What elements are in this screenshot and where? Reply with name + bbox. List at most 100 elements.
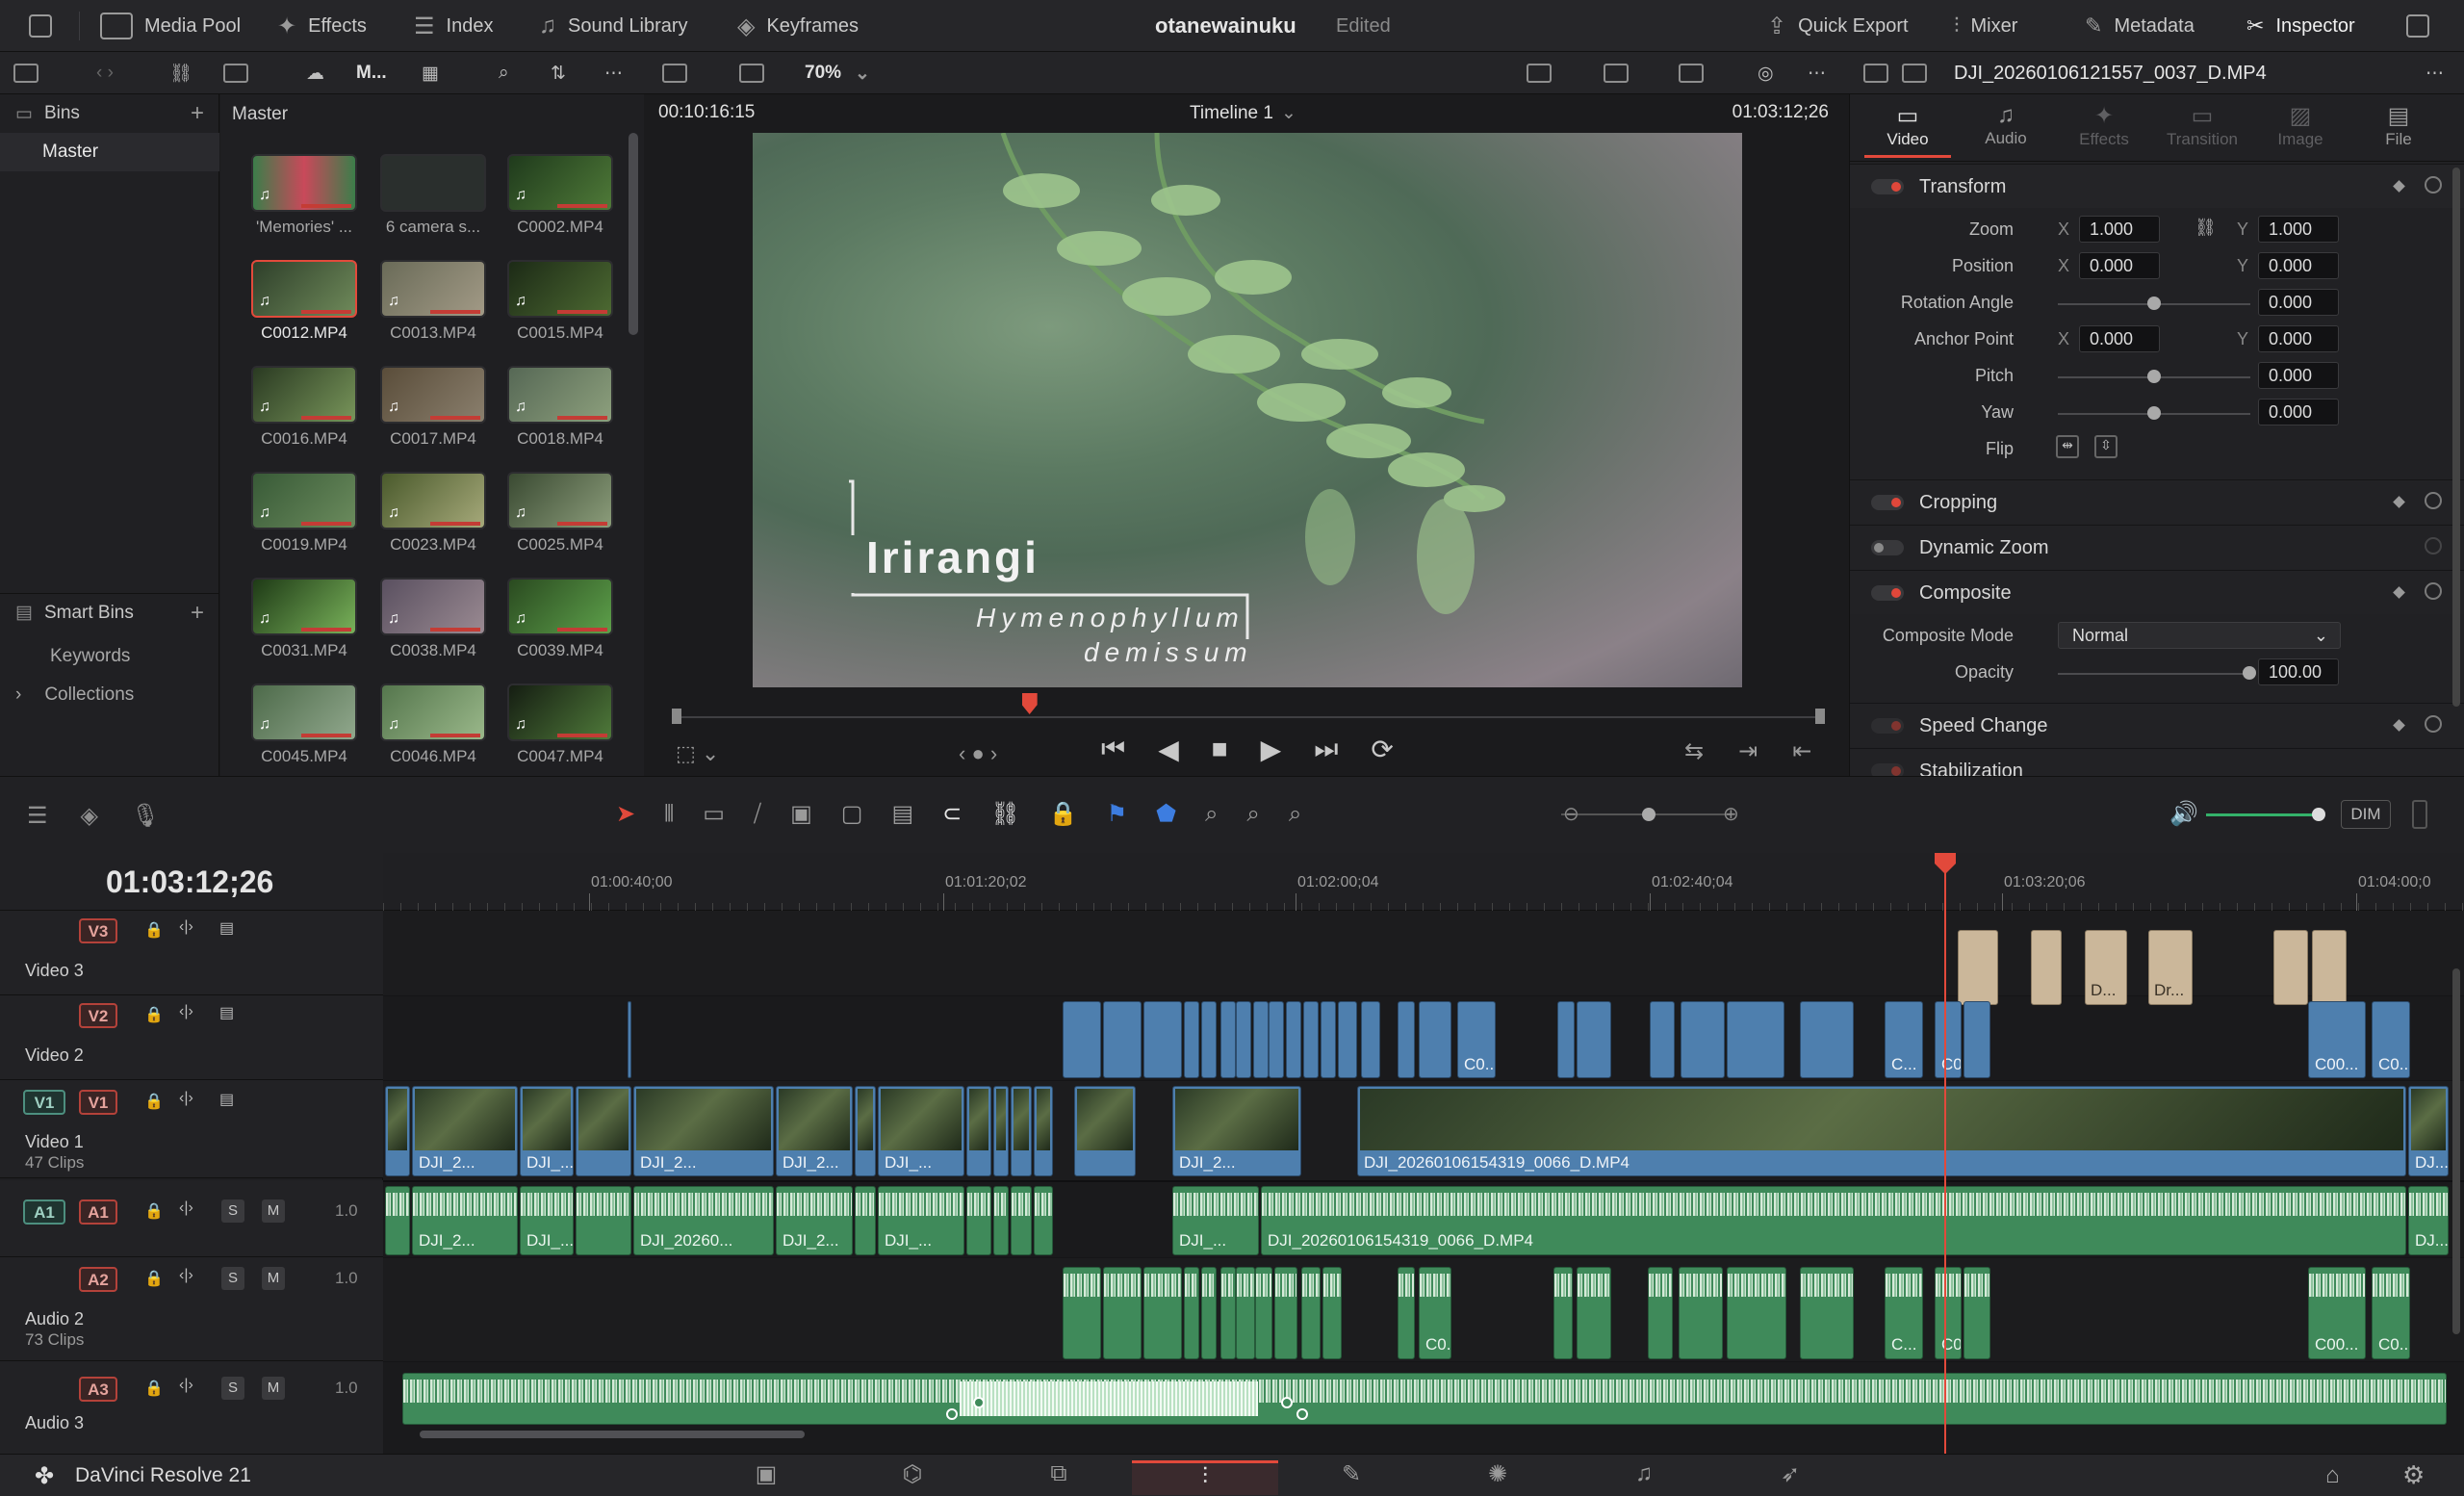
rotation-slider-knob[interactable] (2147, 297, 2161, 310)
mute-button[interactable]: M (262, 1377, 285, 1400)
prev-edit-icon[interactable]: ⇤ (1792, 737, 1811, 765)
index-button[interactable]: ☰ Index (414, 0, 493, 52)
speed-change-section[interactable]: Speed Change (1850, 703, 2464, 747)
video-clip[interactable] (1011, 1086, 1032, 1176)
video-clip[interactable]: DJI_2... (633, 1086, 774, 1176)
anchor-x-field[interactable]: 0.000 (2079, 325, 2160, 352)
track-enable-icon[interactable]: ▤ (219, 1003, 234, 1022)
audio-clip[interactable]: DJI_... (1172, 1186, 1259, 1255)
scrub-playhead[interactable] (1021, 693, 1038, 714)
tab-transition[interactable]: ▭ Transition (2152, 102, 2252, 149)
flip-vertical-icon[interactable]: ⇳ (2094, 435, 2118, 458)
cropping-section[interactable]: Cropping (1850, 479, 2464, 524)
video-clip[interactable] (385, 1086, 410, 1176)
timeline-ruler[interactable]: 01:00:40;00 01:01:20;02 01:02:00;04 01:02:4… (383, 853, 2464, 911)
audio-clip[interactable]: DJI_... (878, 1186, 964, 1255)
a1-track-tag[interactable]: A1 (79, 1199, 117, 1225)
go-to-start-icon[interactable]: ⏮ (1101, 734, 1125, 765)
dynamic-trim-icon[interactable]: ▭ (703, 800, 725, 828)
dim-button[interactable]: DIM (2341, 800, 2391, 829)
clip-thumbnail[interactable]: ♫ (380, 472, 486, 529)
fusion-page-icon[interactable]: ✎ (1278, 1460, 1424, 1495)
clip-thumbnail[interactable]: ♫ (251, 684, 357, 741)
position-y-field[interactable]: 0.000 (2258, 252, 2339, 279)
zoom-x-field[interactable]: 1.000 (2079, 216, 2160, 243)
v1-track-tag[interactable]: V1 (79, 1090, 117, 1115)
volume-keyframe[interactable] (946, 1408, 958, 1420)
audio-clip[interactable] (1103, 1267, 1142, 1359)
audio-clip[interactable] (1553, 1267, 1573, 1359)
more-options-icon[interactable]: ⋯ (604, 52, 623, 94)
tab-file[interactable]: ▤ File (2348, 102, 2449, 149)
keyframe-icon[interactable] (2393, 719, 2405, 732)
auto-select-icon[interactable]: ‹|› (179, 1003, 193, 1020)
video-clip[interactable] (1727, 1001, 1784, 1078)
volume-icon[interactable]: 🔊 (2169, 800, 2198, 828)
fairlight-page-icon[interactable]: ♫ (1571, 1460, 1717, 1495)
clip-thumbnail[interactable]: ♫ (251, 260, 357, 318)
volume-keyframe[interactable] (1281, 1397, 1293, 1408)
lock-icon[interactable]: 🔒 (144, 920, 164, 940)
panel-toggle-icon[interactable] (13, 52, 38, 94)
video-clip[interactable] (1201, 1001, 1217, 1078)
composite-toggle[interactable] (1871, 585, 1904, 601)
settings-gear-icon[interactable]: ⚙ (2402, 1460, 2425, 1490)
audio-clip[interactable]: C... (1885, 1267, 1923, 1359)
video-clip[interactable] (1074, 1086, 1136, 1176)
timeline-selector[interactable]: Timeline 1 ⌄ (1190, 102, 1296, 124)
tab-audio[interactable]: ♫ Audio (1956, 102, 2056, 148)
clip-thumbnail[interactable]: ♫ (380, 366, 486, 424)
video-clip[interactable] (1184, 1001, 1199, 1078)
zoom-in-icon[interactable]: ⊕ (1723, 802, 1739, 826)
audio-clip[interactable] (1301, 1267, 1321, 1359)
video-clip[interactable]: DJ... (2408, 1086, 2449, 1176)
timeline-h-scrollbar[interactable] (420, 1431, 805, 1438)
timeline-view-options-icon[interactable]: ☰ (27, 802, 48, 830)
inspector-options-icon[interactable]: ⋯ (2426, 52, 2444, 94)
timeline-area[interactable]: 01:00:40;00 01:01:20;02 01:02:00;04 01:02:4… (383, 853, 2464, 1454)
audio-clip[interactable] (576, 1186, 631, 1255)
audio-clip[interactable] (1011, 1186, 1032, 1255)
video-clip[interactable] (855, 1086, 876, 1176)
audio-clip[interactable] (1034, 1186, 1053, 1255)
lock-icon[interactable]: 🔒 (144, 1269, 164, 1288)
title-clip[interactable] (2312, 930, 2347, 1005)
clip-thumbnail[interactable]: ♫ (251, 472, 357, 529)
cloud-icon[interactable]: ☁ (306, 52, 324, 94)
quick-export-button[interactable]: ⇪ Quick Export (1767, 0, 1909, 52)
auto-select-icon[interactable]: ‹|› (179, 1199, 193, 1217)
color-icon[interactable]: ◎ (1758, 52, 1774, 94)
audio-clip[interactable] (1255, 1267, 1272, 1359)
audio-clip[interactable]: DJI_2... (776, 1186, 853, 1255)
audio-clip[interactable] (385, 1186, 410, 1255)
video-clip[interactable] (1143, 1001, 1182, 1078)
inspector-layout2-icon[interactable] (1902, 52, 1927, 94)
zoom-full-icon[interactable]: ⌕ (1205, 801, 1218, 828)
clip-thumbnail[interactable]: ♫ (507, 684, 613, 741)
audio-clip[interactable]: DJI_20260... (633, 1186, 774, 1255)
audio-clip[interactable] (1220, 1267, 1236, 1359)
flag-icon[interactable]: ⚑ (1107, 800, 1128, 828)
stabilization-section[interactable]: Stabilization (1850, 748, 2464, 776)
auto-select-icon[interactable]: ‹|› (179, 1267, 193, 1284)
timeline-page-icon[interactable]: ⫶ (1132, 1460, 1278, 1495)
video-frame[interactable]: Irirangi Hymenophyllum demissum (753, 133, 1742, 687)
track-enable-icon[interactable]: ▤ (219, 1090, 234, 1109)
v3-track-tag[interactable]: V3 (79, 918, 117, 943)
inspector-layout-icon[interactable] (1863, 52, 1888, 94)
trim-tool-icon[interactable]: ⫴ (664, 801, 674, 828)
position-x-field[interactable]: 0.000 (2079, 252, 2160, 279)
video-clip[interactable] (576, 1086, 631, 1176)
meters-toggle-icon[interactable] (2412, 800, 2427, 829)
video-clip[interactable] (1303, 1001, 1319, 1078)
clip-thumbnail[interactable]: ♫ (507, 154, 613, 212)
metadata-button[interactable]: ✎ Metadata (2085, 0, 2194, 52)
video-clip[interactable] (1220, 1001, 1236, 1078)
scrub-bar[interactable] (676, 716, 1817, 718)
dynamic-zoom-toggle[interactable] (1871, 540, 1904, 555)
sound-library-button[interactable]: ♫ Sound Library (539, 0, 688, 52)
deliver-page-icon[interactable]: ➶ (1717, 1460, 1863, 1495)
clip-thumbnail[interactable]: ♫ (251, 366, 357, 424)
clip-thumbnail[interactable]: ♫ (380, 684, 486, 741)
video-clip[interactable] (1321, 1001, 1336, 1078)
